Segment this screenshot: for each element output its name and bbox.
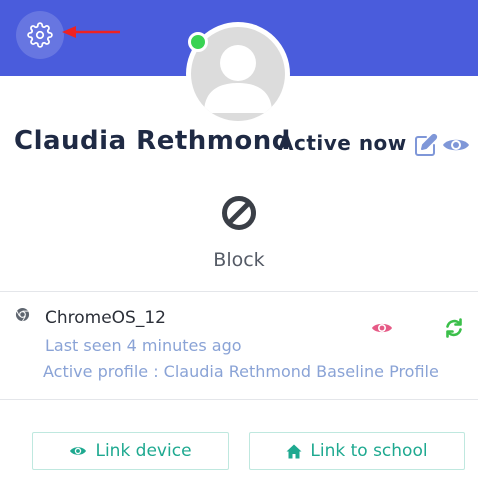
edit-icon[interactable] bbox=[414, 133, 440, 157]
gear-icon bbox=[27, 22, 53, 48]
settings-button[interactable] bbox=[16, 11, 64, 59]
online-status-dot bbox=[188, 32, 208, 52]
eye-icon[interactable] bbox=[371, 321, 393, 335]
last-seen-text: Last seen 4 minutes ago bbox=[45, 336, 242, 355]
link-to-school-label: Link to school bbox=[310, 441, 428, 461]
chrome-icon bbox=[15, 307, 30, 322]
divider bbox=[0, 291, 478, 292]
active-profile-text: Active profile : Claudia Rethmond Baseli… bbox=[43, 362, 439, 381]
divider bbox=[0, 399, 478, 400]
link-device-label: Link device bbox=[95, 441, 192, 461]
device-name: ChromeOS_12 bbox=[45, 308, 166, 328]
eye-icon bbox=[70, 447, 87, 455]
sync-icon[interactable] bbox=[444, 318, 464, 338]
activity-status: Active now bbox=[278, 131, 407, 155]
home-icon bbox=[286, 444, 302, 458]
red-arrow-left-icon bbox=[62, 26, 120, 38]
block-label[interactable]: Block bbox=[0, 249, 478, 271]
ban-icon[interactable] bbox=[221, 195, 257, 231]
link-to-school-button[interactable]: Link to school bbox=[249, 432, 465, 470]
user-name: Claudia Rethmond bbox=[14, 126, 291, 156]
link-device-button[interactable]: Link device bbox=[32, 432, 229, 470]
eye-icon[interactable] bbox=[442, 136, 470, 154]
